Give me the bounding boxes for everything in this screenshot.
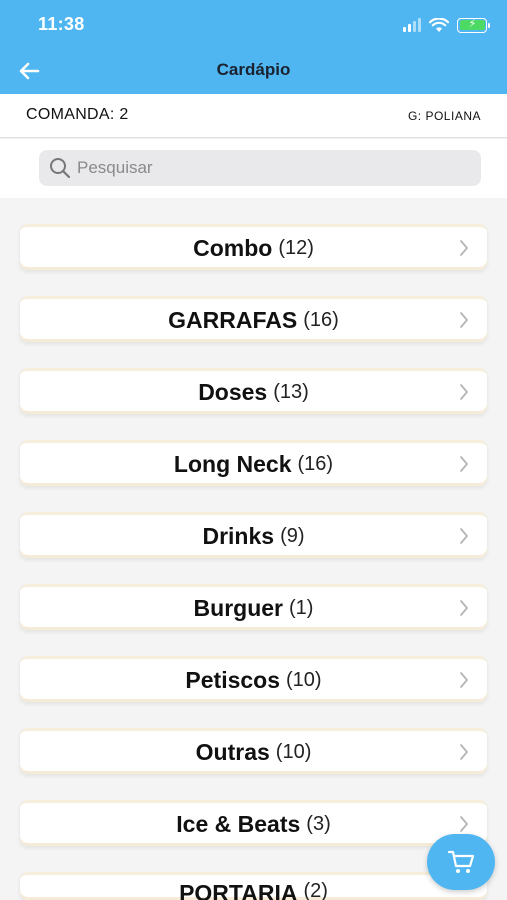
- category-name: Long Neck: [173, 451, 292, 477]
- comanda-number: COMANDA: 2: [26, 106, 129, 123]
- chevron-right-icon: [460, 312, 469, 328]
- waiter-name: G: POLIANA: [407, 109, 481, 123]
- category-item-doses[interactable]: Doses (13): [20, 368, 487, 414]
- category-name: Combo: [193, 235, 273, 261]
- wifi-icon: [429, 17, 449, 32]
- chevron-right-icon: [460, 672, 469, 688]
- category-count: (16): [297, 453, 334, 475]
- search-box[interactable]: [39, 150, 481, 186]
- status-icons: ⚡: [403, 14, 490, 36]
- chevron-right-icon: [460, 528, 469, 544]
- app-header: 11:38 ⚡ Cardápio: [0, 0, 507, 94]
- category-name: Doses: [198, 379, 268, 405]
- category-name: Burguer: [193, 595, 283, 621]
- category-item-outras[interactable]: Outras (10): [20, 728, 487, 774]
- category-item-garrafas[interactable]: GARRAFAS (16): [20, 296, 487, 342]
- category-count: (9): [280, 525, 305, 547]
- category-count: (13): [273, 381, 309, 403]
- category-item-burguer[interactable]: Burguer (1): [20, 584, 487, 630]
- category-count: (1): [289, 597, 314, 619]
- category-count: (12): [278, 237, 314, 259]
- search-input[interactable]: [77, 158, 457, 178]
- category-count: (10): [286, 669, 322, 691]
- category-name: Ice & Beats: [176, 811, 301, 837]
- category-name: Drinks: [202, 523, 275, 549]
- chevron-right-icon: [460, 384, 469, 400]
- category-item-portaria[interactable]: PORTARIA (2): [20, 872, 487, 900]
- chevron-right-icon: [460, 456, 469, 472]
- category-item-ice-beats[interactable]: Ice & Beats (3): [20, 800, 487, 846]
- cart-icon: [447, 850, 475, 873]
- category-count: (2): [303, 880, 328, 900]
- cellular-signal-icon: [403, 18, 421, 32]
- chevron-right-icon: [460, 744, 469, 760]
- page-title: Cardápio: [216, 60, 291, 79]
- comanda-bar: COMANDA: 2 G: POLIANA: [0, 94, 507, 138]
- chevron-right-icon: [460, 816, 469, 832]
- category-item-combo[interactable]: Combo (12): [20, 224, 487, 270]
- category-item-petiscos[interactable]: Petiscos (10): [20, 656, 487, 702]
- category-name: GARRAFAS: [168, 307, 298, 333]
- chevron-right-icon: [460, 240, 469, 256]
- search-icon: [50, 158, 71, 179]
- category-count: (10): [275, 741, 312, 763]
- category-name: PORTARIA: [179, 880, 298, 900]
- category-name: Outras: [195, 739, 270, 765]
- cart-button[interactable]: [427, 834, 495, 890]
- category-count: (3): [306, 813, 331, 835]
- chevron-right-icon: [460, 600, 469, 616]
- battery-icon: ⚡: [457, 17, 490, 33]
- category-count: (16): [303, 309, 339, 331]
- status-time: 11:38: [38, 14, 85, 34]
- category-item-drinks[interactable]: Drinks (9): [20, 512, 487, 558]
- category-name: Petiscos: [185, 667, 281, 693]
- category-item-long-neck[interactable]: Long Neck (16): [20, 440, 487, 486]
- search-area: [0, 139, 507, 198]
